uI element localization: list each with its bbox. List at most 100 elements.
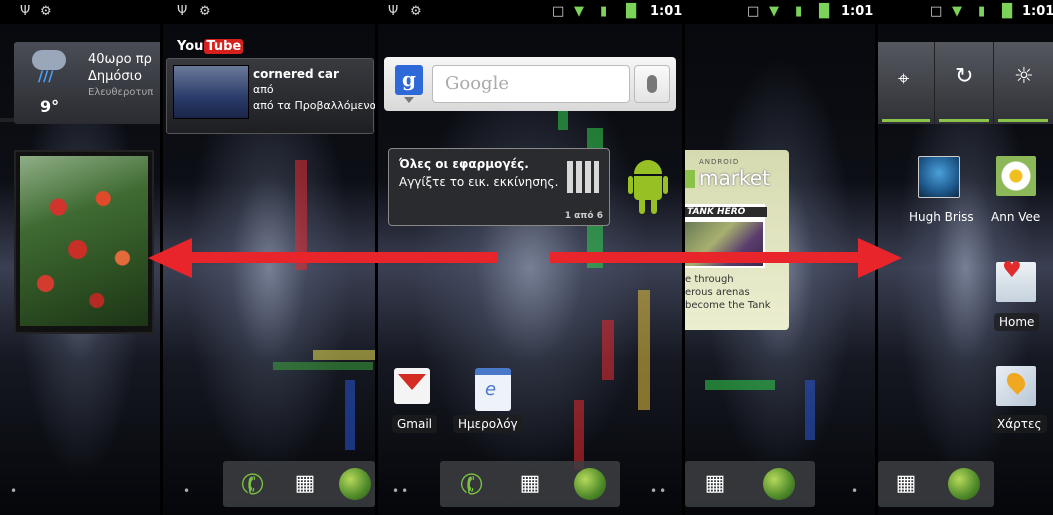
phone-icon: ✆ [236, 464, 270, 504]
youtube-widget[interactable]: You Tube cornered car από από τα Προβαλλό… [166, 39, 375, 134]
status-bar: Ψ ⚙ [163, 0, 375, 24]
sync-icon: ↻ [955, 64, 974, 89]
app-grid-icon: ▦ [519, 471, 541, 496]
usb-icon: Ψ [177, 4, 188, 19]
gps-toggle[interactable]: ⌖ [878, 42, 935, 124]
weather-widget[interactable]: /// 9° 40ωρο πρ Δημόσιο Ελευθεροτυπ [14, 42, 160, 124]
contact-label-hugh[interactable]: Hugh Briss [904, 208, 979, 226]
dock: ▦ [878, 461, 994, 507]
home-shortcut-label[interactable]: Home [994, 313, 1040, 331]
youtube-logo-you: You [177, 39, 204, 54]
game-title: TANK HERO [685, 207, 767, 217]
search-input[interactable]: Google [432, 65, 630, 103]
calendar-shortcut[interactable]: e [473, 366, 513, 411]
page-indicator-left: • [10, 484, 20, 498]
page-indicator: • [851, 484, 861, 498]
gmail-icon [394, 368, 430, 404]
weather-location: Δημόσιο [88, 69, 142, 84]
globe-icon [574, 468, 606, 500]
browser-button[interactable] [566, 461, 614, 507]
app-drawer-button[interactable]: ▦ [506, 461, 554, 507]
photo-frame-widget[interactable] [14, 150, 154, 334]
market-bag-icon [685, 170, 695, 188]
contact-label-ann[interactable]: Ann Vee [986, 208, 1045, 226]
page-indicator-center-right: •• [650, 484, 669, 498]
weather-icon [32, 50, 66, 70]
video-title[interactable]: cornered car [253, 67, 339, 81]
phone-button[interactable]: ✆ [229, 461, 277, 507]
google-search-widget[interactable]: g Google [384, 57, 676, 111]
youtube-logo-tube: Tube [204, 39, 244, 54]
app-grid-icon: ▦ [294, 471, 316, 496]
video-thumbnail[interactable] [173, 65, 249, 119]
weather-temperature: 9° [40, 97, 60, 116]
app-drawer-button[interactable]: ▦ [281, 461, 329, 507]
maps-shortcut[interactable] [996, 366, 1036, 406]
browser-button[interactable] [755, 461, 803, 507]
globe-icon [763, 468, 795, 500]
brightness-toggle[interactable]: ☼ [994, 42, 1053, 124]
app-drawer-button[interactable]: ▦ [882, 461, 930, 507]
video-source: από τα Προβαλλόμενα [253, 99, 375, 112]
tip-pager: 1 από 6 [564, 211, 603, 221]
power-control-widget: ⌖ ↻ ☼ [878, 42, 1053, 124]
status-bar: □ ▼ ▮ █ 1:01 [878, 0, 1053, 24]
video-meta: από [253, 83, 274, 96]
signal-icon: ▮ [795, 4, 803, 19]
sim-icon: □ [552, 4, 565, 19]
home-shortcut[interactable]: ♥ [996, 258, 1036, 302]
browser-button[interactable] [331, 461, 375, 507]
wifi-icon: ▼ [952, 4, 962, 19]
contact-photo-ann[interactable] [996, 156, 1036, 196]
tip-title: Όλες οι εφαρμογές. [399, 157, 529, 171]
battery-icon: █ [819, 4, 829, 19]
android-robot-icon [628, 160, 668, 216]
rain-icon: /// [38, 69, 54, 85]
search-source-chevron-icon[interactable] [404, 97, 414, 103]
status-time: 1:01 [841, 4, 874, 19]
voice-search-button[interactable] [634, 65, 670, 103]
calendar-label[interactable]: Ημερολόγ [453, 415, 523, 433]
market-desc-3: become the Tank [685, 300, 771, 311]
brightness-icon: ☼ [1014, 64, 1034, 89]
gps-icon: ⌖ [898, 66, 910, 90]
android-debug-icon: ⚙ [199, 4, 211, 19]
status-bar: Ψ ⚙ [0, 0, 160, 24]
dock: ✆ ▦ [223, 461, 375, 507]
dock: ▦ [685, 461, 815, 507]
dock: ✆ ▦ [440, 461, 620, 507]
status-time: 1:01 [1022, 4, 1053, 19]
homescreen-panel-far-right: □ ▼ ▮ █ 1:01 ⌖ ↻ ☼ Hugh Briss Ann Vee ♥ … [878, 0, 1053, 515]
signal-icon: ▮ [600, 4, 608, 19]
android-debug-icon: ⚙ [40, 4, 52, 19]
contact-photo-hugh[interactable] [918, 156, 960, 198]
tip-body: Αγγίξτε το εικ. εκκίνησης. [399, 175, 559, 189]
search-placeholder: Google [445, 73, 509, 94]
page-indicator: • [183, 484, 193, 498]
microphone-icon [647, 75, 657, 93]
globe-icon [339, 468, 371, 500]
maps-label[interactable]: Χάρτες [992, 415, 1047, 433]
gmail-label[interactable]: Gmail [392, 415, 438, 433]
android-debug-icon: ⚙ [410, 4, 422, 19]
maps-pin-icon [1003, 369, 1029, 395]
google-g-logo: g [395, 65, 423, 95]
swipe-right-arrow [550, 238, 902, 278]
weather-headline: 40ωρο πρ [88, 52, 152, 67]
market-brand: market [699, 166, 770, 190]
phone-button[interactable]: ✆ [448, 461, 496, 507]
status-time: 1:01 [650, 4, 682, 19]
gmail-shortcut[interactable] [392, 366, 432, 406]
app-grid-icon: ▦ [895, 471, 917, 496]
globe-icon [948, 468, 980, 500]
flower-photo [20, 156, 148, 326]
sync-toggle[interactable]: ↻ [935, 42, 994, 124]
launcher-tip-bubble[interactable]: Όλες οι εφαρμογές. Αγγίξτε το εικ. εκκίν… [388, 148, 610, 226]
sim-icon: □ [930, 4, 943, 19]
app-drawer-button[interactable]: ▦ [691, 461, 739, 507]
market-brand-small: ANDROID [699, 158, 740, 166]
wifi-icon: ▼ [769, 4, 779, 19]
heart-pin-icon: ♥ [1002, 258, 1022, 283]
youtube-logo: You Tube [177, 39, 244, 54]
browser-button[interactable] [940, 461, 988, 507]
